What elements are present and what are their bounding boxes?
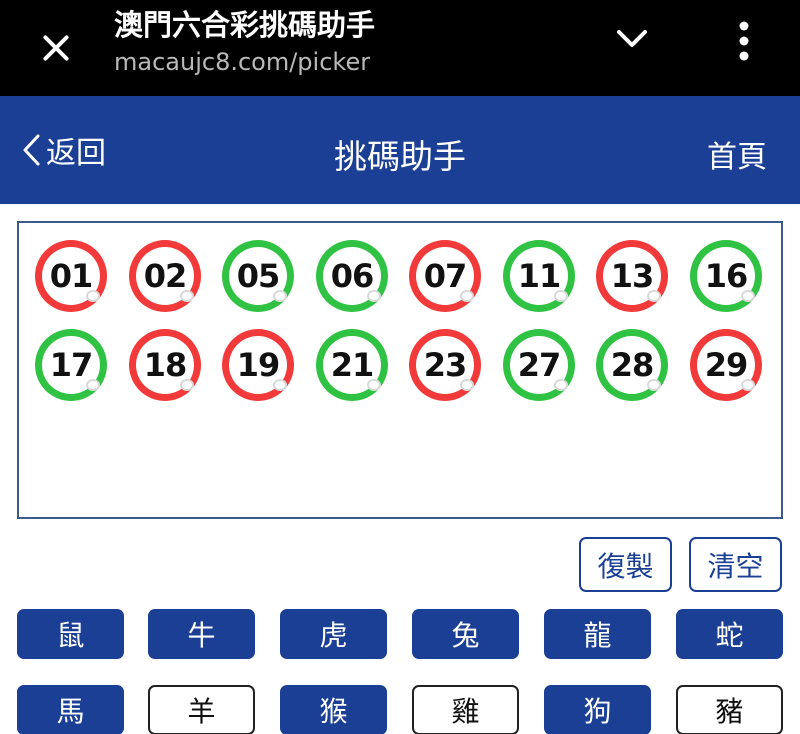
ball-highlight: [554, 379, 568, 391]
app-header: 返回 挑碼助手 首頁: [0, 96, 800, 204]
zodiac-button[interactable]: 鼠: [17, 609, 124, 659]
ball-number: 02: [143, 257, 188, 295]
ball-number: 01: [49, 257, 94, 295]
ball-highlight: [273, 290, 287, 302]
ball-highlight: [554, 290, 568, 302]
ball-highlight: [367, 379, 381, 391]
zodiac-button[interactable]: 蛇: [676, 609, 783, 659]
ball-number: 17: [49, 346, 94, 384]
zodiac-button[interactable]: 猴: [280, 685, 387, 734]
ball-highlight: [86, 290, 100, 302]
number-ball[interactable]: 07: [409, 240, 481, 312]
copy-button[interactable]: 復製: [579, 537, 672, 592]
zodiac-button[interactable]: 馬: [17, 685, 124, 734]
ball-number: 28: [610, 346, 655, 384]
zodiac-button[interactable]: 羊: [148, 685, 255, 734]
close-icon[interactable]: [30, 22, 82, 74]
browser-toolbar: 澳門六合彩挑碼助手 macaujc8.com/picker: [0, 0, 800, 96]
number-ball[interactable]: 16: [690, 240, 762, 312]
ball-highlight: [273, 379, 287, 391]
number-ball[interactable]: 02: [129, 240, 201, 312]
browser-page-title: 澳門六合彩挑碼助手: [114, 8, 376, 42]
page-title: 挑碼助手: [334, 137, 466, 176]
number-ball[interactable]: 17: [35, 329, 107, 401]
ball-highlight: [180, 290, 194, 302]
ball-highlight: [741, 379, 755, 391]
more-vertical-icon[interactable]: [724, 16, 764, 64]
number-ball[interactable]: 01: [35, 240, 107, 312]
number-ball[interactable]: 19: [222, 329, 294, 401]
number-ball[interactable]: 18: [129, 329, 201, 401]
ball-number: 27: [517, 346, 562, 384]
ball-highlight: [741, 290, 755, 302]
number-ball[interactable]: 27: [503, 329, 575, 401]
zodiac-button[interactable]: 豬: [676, 685, 783, 734]
zodiac-button[interactable]: 牛: [148, 609, 255, 659]
zodiac-button[interactable]: 兔: [412, 609, 519, 659]
ball-highlight: [367, 290, 381, 302]
ball-number: 23: [423, 346, 468, 384]
ball-highlight: [460, 290, 474, 302]
number-ball[interactable]: 21: [316, 329, 388, 401]
zodiac-button[interactable]: 龍: [544, 609, 651, 659]
clear-button[interactable]: 清空: [689, 537, 782, 592]
ball-highlight: [647, 379, 661, 391]
number-ball[interactable]: 06: [316, 240, 388, 312]
number-ball[interactable]: 23: [409, 329, 481, 401]
number-ball[interactable]: 29: [690, 329, 762, 401]
home-button[interactable]: 首頁: [707, 132, 767, 176]
ball-number: 07: [423, 257, 468, 295]
ball-number: 13: [610, 257, 655, 295]
ball-number: 05: [236, 257, 281, 295]
ball-highlight: [460, 379, 474, 391]
number-ball[interactable]: 05: [222, 240, 294, 312]
ball-highlight: [647, 290, 661, 302]
ball-highlight: [180, 379, 194, 391]
ball-number: 16: [704, 257, 749, 295]
ball-number: 29: [704, 346, 749, 384]
ball-number: 21: [330, 346, 375, 384]
browser-url[interactable]: macaujc8.com/picker: [114, 48, 370, 76]
zodiac-button[interactable]: 虎: [280, 609, 387, 659]
number-ball[interactable]: 11: [503, 240, 575, 312]
ball-number: 06: [330, 257, 375, 295]
ball-number: 19: [236, 346, 281, 384]
selected-numbers-panel: 01 02 05 06 07 11 13 16 17 18 19 21 23 27 28 29: [17, 221, 783, 519]
ball-highlight: [86, 379, 100, 391]
number-ball[interactable]: 28: [596, 329, 668, 401]
zodiac-button[interactable]: 雞: [412, 685, 519, 734]
ball-number: 18: [143, 346, 188, 384]
ball-number: 11: [517, 257, 562, 295]
number-ball[interactable]: 13: [596, 240, 668, 312]
chevron-down-icon[interactable]: [606, 18, 658, 64]
zodiac-button[interactable]: 狗: [544, 685, 651, 734]
